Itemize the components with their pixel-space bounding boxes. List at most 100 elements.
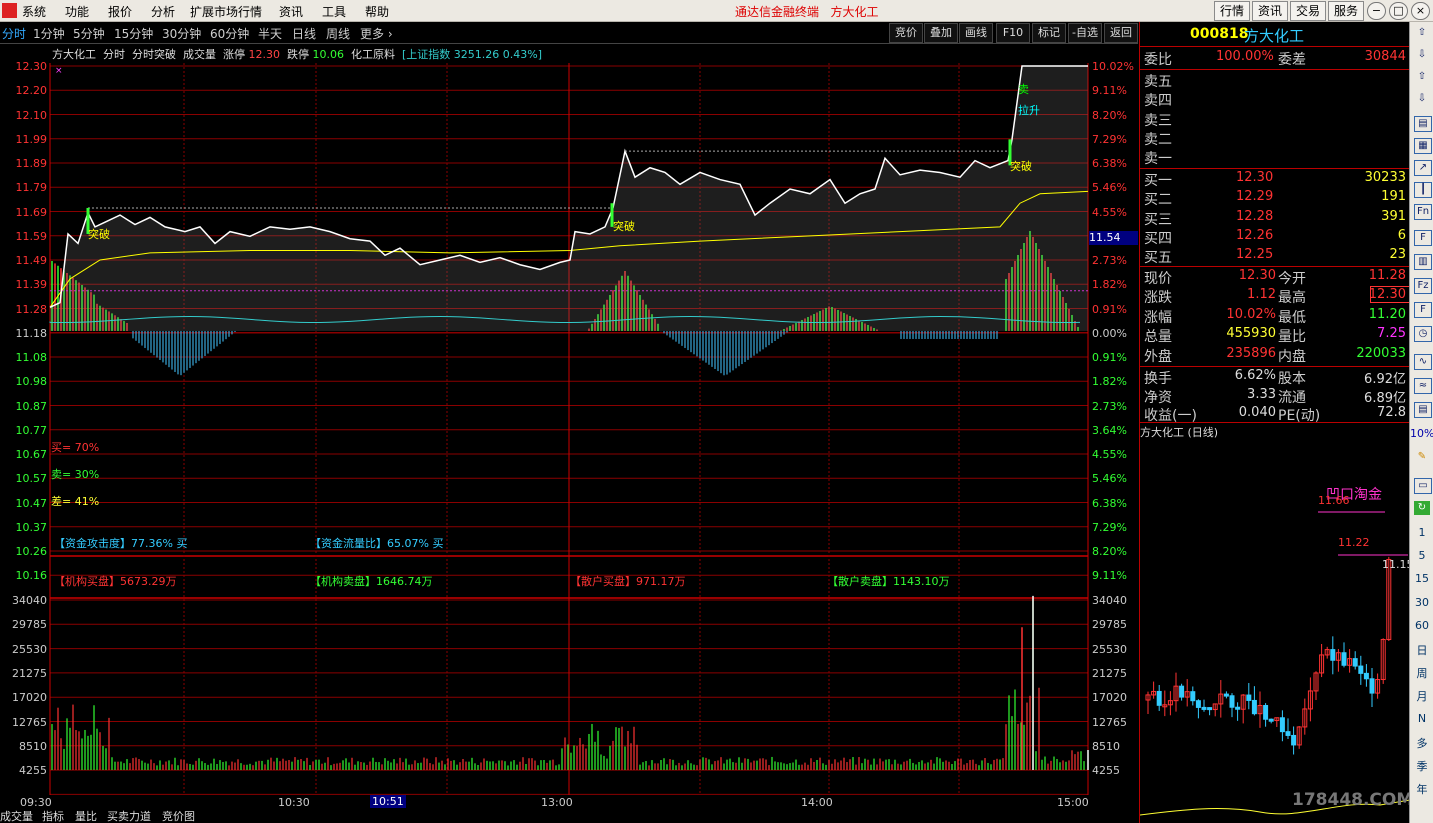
pencil-icon[interactable]: ✎ bbox=[1414, 450, 1430, 464]
period-5min[interactable]: 5分钟 bbox=[73, 25, 105, 42]
down-arrow-icon[interactable]: ⇩ bbox=[1414, 48, 1430, 62]
menu-analysis[interactable]: 分析 bbox=[151, 3, 175, 20]
up-arrow-icon[interactable]: ⇧ bbox=[1414, 26, 1430, 40]
minimize-button[interactable]: − bbox=[1367, 2, 1386, 20]
refresh-icon[interactable]: ↻ bbox=[1414, 501, 1430, 515]
menu-extended-market[interactable]: 扩展市场行情 bbox=[190, 3, 262, 20]
market-button[interactable]: 行情 bbox=[1214, 1, 1250, 21]
period-1min[interactable]: 1分钟 bbox=[33, 25, 65, 42]
pct-tick: 3.64% bbox=[1092, 423, 1127, 437]
pct-tick: 1.82% bbox=[1092, 375, 1127, 389]
tab-volume-ratio[interactable]: 量比 bbox=[75, 811, 97, 823]
add-watchlist-button[interactable]: -自选 bbox=[1068, 23, 1102, 43]
window-icon[interactable]: ▭ bbox=[1414, 478, 1432, 494]
fn-icon[interactable]: Fn bbox=[1414, 204, 1432, 220]
menu-news[interactable]: 资讯 bbox=[279, 3, 303, 20]
volume-tick-left: 4255 bbox=[19, 764, 47, 778]
kline-icon[interactable]: ┃ bbox=[1414, 182, 1432, 198]
price-tick: 10.57 bbox=[15, 472, 48, 486]
side-period-3[interactable]: 30 bbox=[1410, 596, 1433, 609]
fz-icon[interactable]: Fz bbox=[1414, 278, 1432, 294]
volume-tick-right: 34040 bbox=[1092, 594, 1127, 607]
pct-icon[interactable]: 10% bbox=[1410, 427, 1433, 440]
side-period-0[interactable]: 1 bbox=[1410, 526, 1433, 539]
chart-icon[interactable]: ▤ bbox=[1414, 402, 1432, 418]
fin-row: 换手 6.62% 股本 6.92亿 bbox=[1144, 368, 1406, 387]
clock-icon[interactable]: ◷ bbox=[1414, 326, 1432, 342]
menu-help[interactable]: 帮助 bbox=[365, 3, 389, 20]
mark-button[interactable]: 标记 bbox=[1032, 23, 1066, 43]
tab-buysell-force[interactable]: 买卖力道 bbox=[107, 811, 151, 823]
stat-row: 涨跌 1.12 最高 12.30 bbox=[1144, 287, 1406, 307]
period-weekly[interactable]: 周线 bbox=[326, 25, 350, 42]
menu-quote[interactable]: 报价 bbox=[108, 3, 132, 20]
tab-indicator[interactable]: 指标 bbox=[42, 811, 64, 823]
period-halfday[interactable]: 半天 bbox=[258, 25, 282, 42]
side-period-9[interactable]: 多 bbox=[1410, 735, 1433, 751]
price-tick: 12.20 bbox=[15, 84, 48, 98]
ask-row: 卖一 bbox=[1144, 151, 1172, 168]
trend-icon[interactable]: ∿ bbox=[1414, 354, 1432, 370]
period-daily[interactable]: 日线 bbox=[292, 25, 316, 42]
up-arrow-icon[interactable]: ⇧ bbox=[1414, 70, 1430, 84]
menu-tools[interactable]: 工具 bbox=[322, 3, 346, 20]
menu-system[interactable]: 系统 bbox=[22, 3, 46, 20]
price-tick: 11.18 bbox=[15, 326, 48, 340]
table-icon[interactable]: ▦ bbox=[1414, 138, 1432, 154]
tab-volume[interactable]: 成交量 bbox=[0, 811, 33, 823]
side-period-5[interactable]: 日 bbox=[1410, 642, 1433, 658]
service-button[interactable]: 服务 bbox=[1328, 1, 1364, 21]
app-logo-icon bbox=[2, 3, 17, 18]
period-intraday[interactable]: 分时 bbox=[2, 25, 26, 42]
wave-icon[interactable]: ≈ bbox=[1414, 378, 1432, 394]
down-arrow-icon[interactable]: ⇩ bbox=[1414, 92, 1430, 106]
f-icon[interactable]: F bbox=[1414, 302, 1432, 318]
trade-button[interactable]: 交易 bbox=[1290, 1, 1326, 21]
side-period-4[interactable]: 60 bbox=[1410, 619, 1433, 632]
menu-function[interactable]: 功能 bbox=[65, 3, 89, 20]
bid-row: 买二 12.29 191 bbox=[1144, 189, 1406, 209]
time-1300: 13:00 bbox=[541, 796, 573, 809]
period-15min[interactable]: 15分钟 bbox=[114, 25, 153, 42]
side-period-8[interactable]: N bbox=[1410, 712, 1433, 725]
price-tick: 11.39 bbox=[15, 278, 48, 292]
maximize-button[interactable]: □ bbox=[1389, 2, 1408, 20]
overlay-button[interactable]: 叠加 bbox=[924, 23, 958, 43]
breakout-label-2: 突破 bbox=[613, 220, 635, 233]
f10-button[interactable]: F10 bbox=[996, 23, 1030, 43]
side-period-10[interactable]: 季 bbox=[1410, 758, 1433, 774]
line-chart-icon[interactable]: ↗ bbox=[1414, 160, 1432, 176]
pct-tick: 9.11% bbox=[1092, 569, 1127, 583]
grid-icon[interactable]: ▥ bbox=[1414, 254, 1432, 270]
side-period-6[interactable]: 周 bbox=[1410, 665, 1433, 681]
draw-button[interactable]: 画线 bbox=[959, 23, 993, 43]
back-button[interactable]: 返回 bbox=[1104, 23, 1138, 43]
daily-candle bbox=[1363, 672, 1369, 680]
pct-tick: 0.91% bbox=[1092, 351, 1127, 364]
tab-auction-chart[interactable]: 竞价图 bbox=[162, 811, 195, 823]
diff-ratio: 差= 41% bbox=[51, 495, 100, 508]
side-period-2[interactable]: 15 bbox=[1410, 572, 1433, 585]
period-60min[interactable]: 60分钟 bbox=[210, 25, 249, 42]
side-period-11[interactable]: 年 bbox=[1410, 781, 1433, 797]
price-tick: 11.59 bbox=[15, 229, 48, 243]
side-period-7[interactable]: 月 bbox=[1410, 688, 1433, 704]
f10-icon[interactable]: F bbox=[1414, 230, 1432, 246]
time-0930: 09:30 bbox=[20, 796, 52, 809]
auction-button[interactable]: 竞价 bbox=[889, 23, 923, 43]
list-icon[interactable]: ▤ bbox=[1414, 116, 1432, 132]
price-tick: 10.47 bbox=[15, 496, 48, 510]
period-more[interactable]: 更多 › bbox=[360, 25, 393, 42]
side-period-1[interactable]: 5 bbox=[1410, 549, 1433, 562]
daily-candle bbox=[1201, 706, 1207, 710]
close-button[interactable]: × bbox=[1411, 2, 1430, 20]
daily-candle bbox=[1246, 694, 1252, 701]
stat-row: 现价 12.30 今开 11.28 bbox=[1144, 268, 1406, 287]
intraday-chart[interactable] bbox=[0, 43, 1138, 811]
quote-header: 000818 方大化工 bbox=[1140, 22, 1410, 47]
price-tick: 10.98 bbox=[15, 375, 48, 389]
news-button[interactable]: 资讯 bbox=[1252, 1, 1288, 21]
volume-tick-left: 34040 bbox=[12, 594, 47, 607]
volume-tick-left: 17020 bbox=[12, 691, 47, 705]
period-30min[interactable]: 30分钟 bbox=[162, 25, 201, 42]
